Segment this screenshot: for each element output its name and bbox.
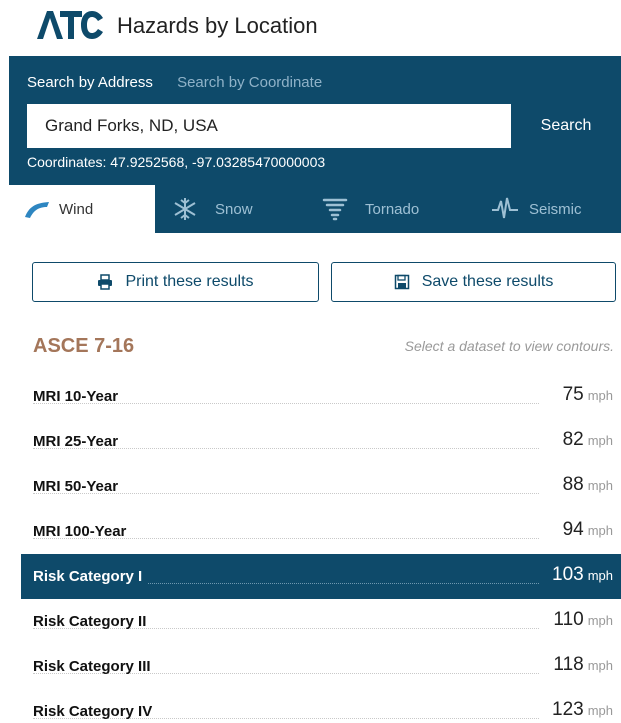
save-results-button[interactable]: Save these results [331,262,616,302]
unit-label: mph [587,478,613,493]
dataset-row[interactable]: Risk Category II 110 mph [21,599,621,644]
dataset-row-name: Risk Category I [33,568,149,585]
dataset-row-selected[interactable]: Risk Category I 103 mph [21,554,621,599]
dataset-row[interactable]: MRI 100-Year 94 mph [21,509,621,554]
tornado-icon [322,198,348,221]
dataset-row-value: 103 mph [546,564,613,586]
save-results-label: Save these results [421,273,554,290]
dataset-row-value: 75 mph [557,384,613,406]
tab-snow[interactable]: Snow [155,185,303,233]
dataset-row-name: MRI 25-Year [33,433,119,450]
dataset-title: ASCE 7-16 [33,335,135,357]
dataset-row-value: 88 mph [557,474,613,496]
tab-snow-label: Snow [215,201,253,218]
wind-speed-value: 75 [562,384,584,405]
floppy-disk-icon [394,274,409,290]
dataset-row[interactable]: MRI 25-Year 82 mph [21,419,621,464]
dataset-row-value: 123 mph [546,699,613,721]
dataset-row-value: 110 mph [547,609,613,631]
unit-label: mph [587,658,613,673]
dataset-row[interactable]: MRI 50-Year 88 mph [21,464,621,509]
dataset-row-value: 94 mph [557,519,613,541]
wind-speed-value: 118 [553,654,584,675]
wind-speed-value: 88 [562,474,584,495]
search-panel: Search by Address Search by Coordinate S… [9,56,621,185]
dataset-row[interactable]: MRI 10-Year 75 mph [21,374,621,419]
wind-icon [25,202,49,218]
unit-label: mph [587,523,613,538]
page-title: Hazards by Location [117,13,318,38]
wind-speed-value: 123 [552,699,584,720]
dataset-row-value: 118 mph [547,654,613,676]
wind-speed-value: 110 [553,609,584,630]
tab-tornado-label: Tornado [365,201,420,218]
printer-icon [98,274,113,290]
coordinates-readout: Coordinates: 47.9252568, -97.03285470000… [27,154,326,170]
tab-wind-label: Wind [59,201,94,218]
dataset-row-name: MRI 10-Year [33,388,119,405]
app-header: Hazards by Location [0,0,621,56]
dataset-row-value: 82 mph [557,429,613,451]
search-button[interactable]: Search [511,104,621,148]
unit-label: mph [587,703,613,718]
seismic-icon [492,197,518,219]
tab-search-by-address[interactable]: Search by Address [27,74,153,91]
dataset-row-name: Risk Category II [33,613,147,630]
unit-label: mph [587,388,613,403]
unit-label: mph [587,613,613,628]
dataset-row[interactable]: Risk Category III 118 mph [21,644,621,689]
atc-logo [37,11,103,39]
tab-wind[interactable]: Wind [9,185,155,233]
tab-seismic-label: Seismic [529,201,582,218]
tab-tornado[interactable]: Tornado [303,185,463,233]
dataset-list: MRI 10-Year 75 mph MRI 25-Year 82 mph MRI … [21,374,621,723]
wind-speed-value: 94 [562,519,584,540]
dataset-hint: Select a dataset to view contours. [404,338,614,354]
snowflake-icon [174,198,196,220]
unit-label: mph [587,433,613,448]
wind-speed-value: 103 [552,564,584,585]
address-search-input[interactable] [27,104,511,148]
search-row: Search [27,104,621,148]
dataset-row-name: MRI 100-Year [33,523,127,540]
print-results-label: Print these results [125,273,254,290]
search-mode-tabs: Search by Address Search by Coordinate [27,74,342,91]
dataset-row[interactable]: Risk Category IV 123 mph [21,689,621,723]
tab-search-by-coordinate[interactable]: Search by Coordinate [177,74,322,91]
tab-seismic[interactable]: Seismic [463,185,621,233]
unit-label: mph [587,568,613,583]
wind-speed-value: 82 [562,429,584,450]
dataset-row-name: Risk Category IV [33,703,153,720]
print-results-button[interactable]: Print these results [32,262,319,302]
dataset-row-name: Risk Category III [33,658,151,675]
hazard-tabs: Wind Snow Tornado Seismic [9,185,621,233]
dataset-row-name: MRI 50-Year [33,478,119,495]
